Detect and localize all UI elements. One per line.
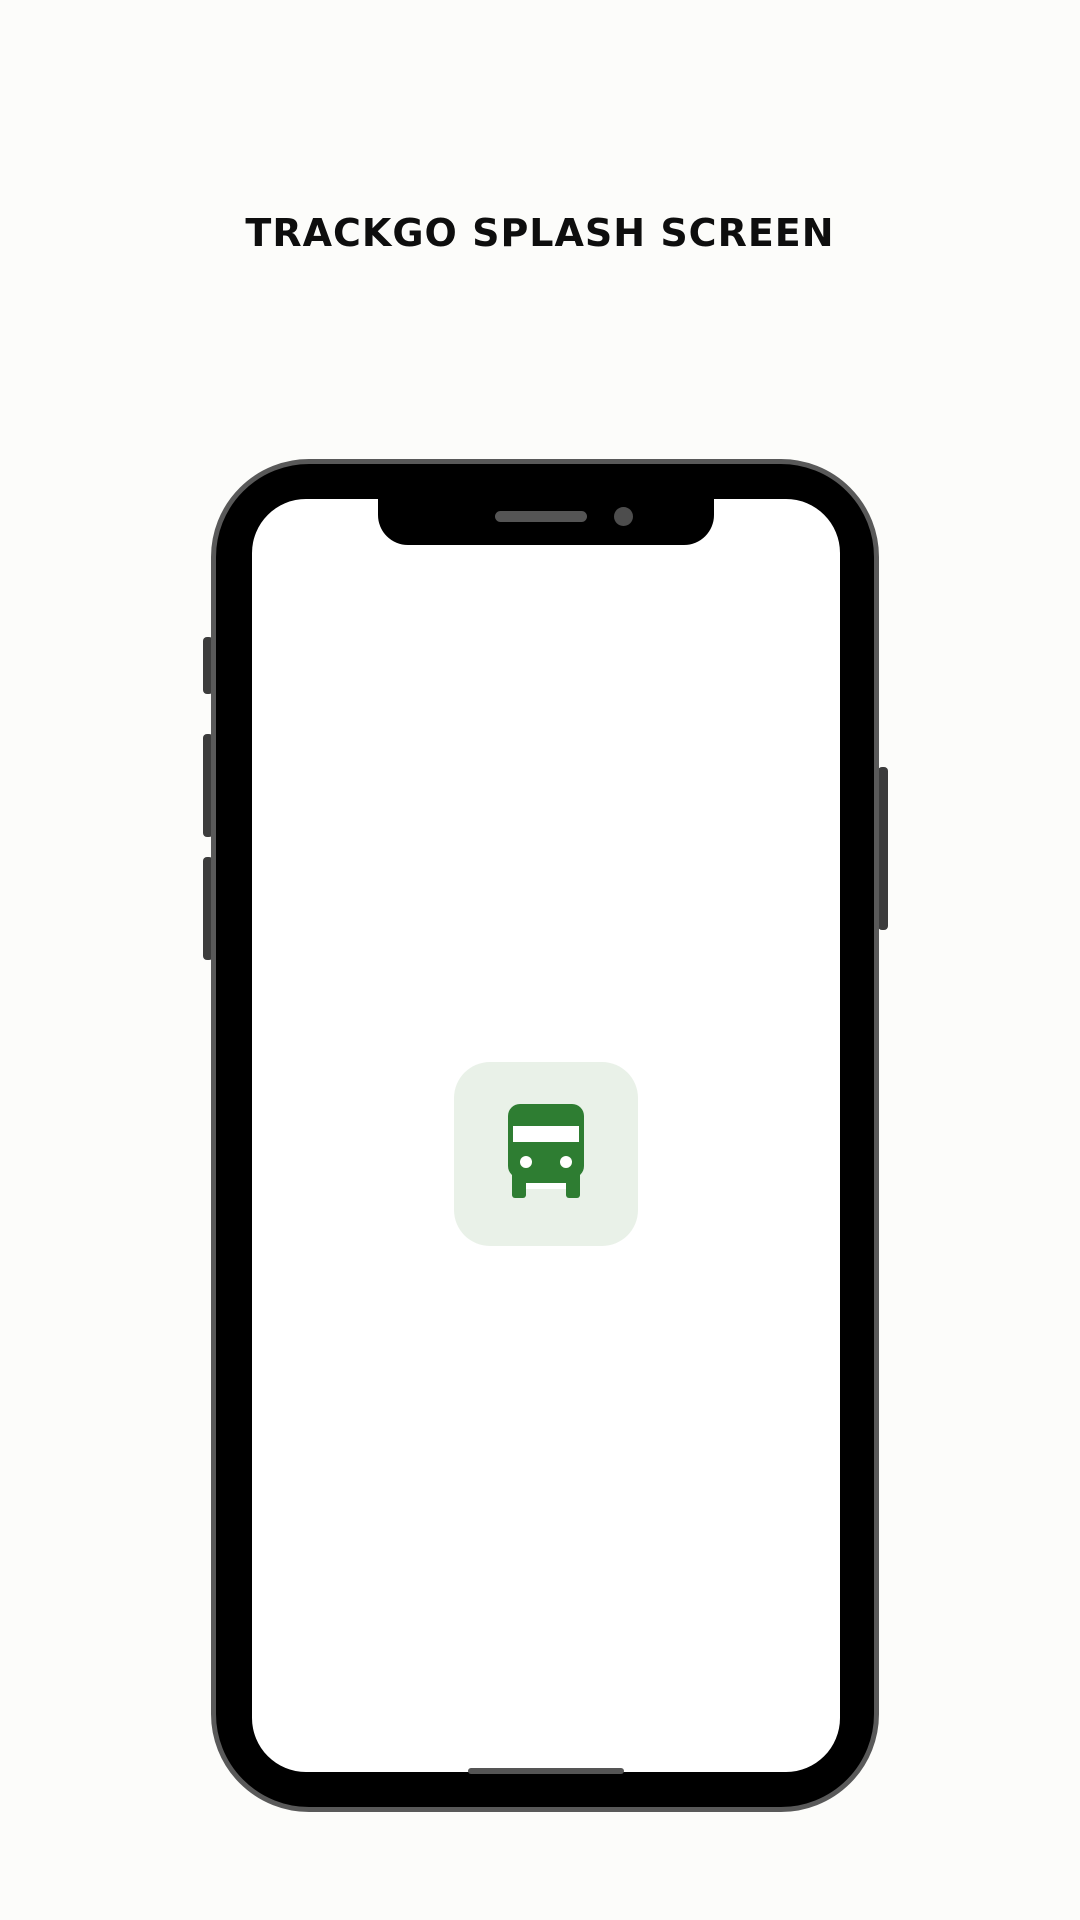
page-title: TRACKGO SPLASH SCREEN	[245, 211, 835, 255]
bus-icon	[508, 1104, 584, 1198]
power-button	[878, 767, 888, 930]
home-indicator[interactable]	[468, 1768, 624, 1774]
speaker-grille	[495, 511, 587, 522]
front-camera	[614, 507, 633, 526]
